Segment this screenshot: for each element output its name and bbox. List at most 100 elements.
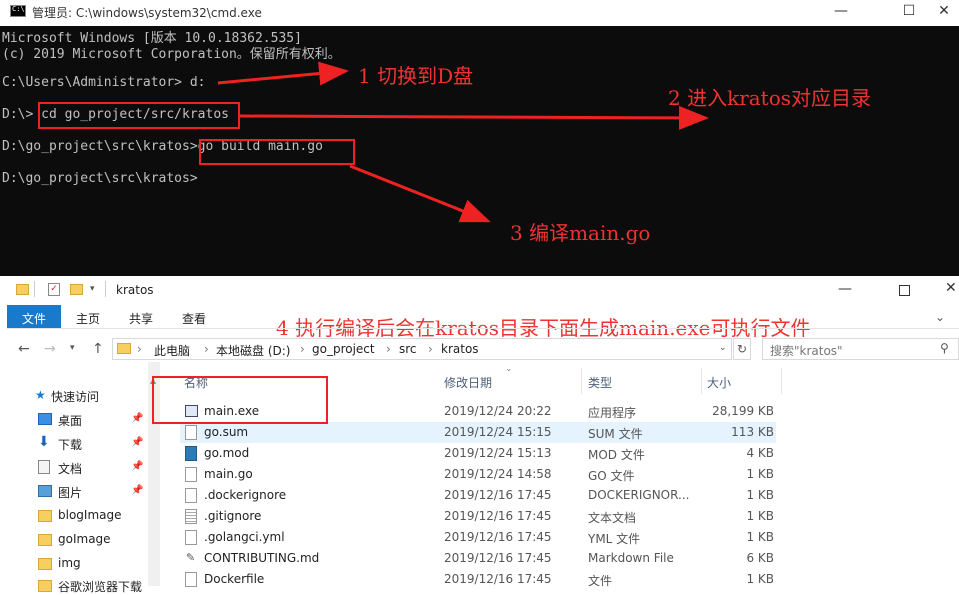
file-type: 应用程序 xyxy=(588,406,637,420)
breadcrumb-go-project[interactable]: go_project xyxy=(312,342,375,356)
sidebar-item-folder[interactable]: goImage xyxy=(58,532,111,546)
refresh-button[interactable]: ↻ xyxy=(733,338,751,360)
toolbar-divider xyxy=(105,281,106,297)
file-size: 1 KB xyxy=(746,530,774,544)
step3-arrow xyxy=(349,164,491,223)
pin-icon[interactable]: 📌 xyxy=(131,437,143,448)
chevron-down-icon[interactable]: ▾ xyxy=(90,284,95,294)
breadcrumb-kratos[interactable]: kratos xyxy=(441,342,479,356)
file-type: 文本文档 xyxy=(588,511,637,525)
main-exe-highlight xyxy=(152,376,328,424)
pin-icon[interactable]: 📌 xyxy=(131,413,143,424)
column-header-type[interactable]: 类型 xyxy=(588,374,612,391)
table-row[interactable]: go.mod 2019/12/24 15:13 MOD 文件 4 KB xyxy=(180,443,776,464)
sidebar-item-downloads[interactable]: 下载 xyxy=(58,436,82,453)
file-name: .dockerignore xyxy=(204,488,287,502)
folder-icon xyxy=(117,343,131,354)
file-date: 2019/12/24 15:13 xyxy=(444,446,552,460)
file-date: 2019/12/24 14:58 xyxy=(444,467,552,481)
breadcrumb-separator: › xyxy=(204,342,209,356)
folder-icon xyxy=(38,580,52,592)
breadcrumb-separator: › xyxy=(428,342,433,356)
ribbon-divider xyxy=(7,328,959,329)
search-icon[interactable]: ⚲ xyxy=(940,341,949,355)
file-size: 4 KB xyxy=(746,446,774,460)
sidebar-item-folder[interactable]: 谷歌浏览器下载 xyxy=(58,578,142,595)
expand-ribbon-icon[interactable]: ⌄ xyxy=(935,310,945,324)
breadcrumb-separator: › xyxy=(137,342,142,356)
tab-home[interactable]: 主页 xyxy=(76,310,100,327)
file-type: Markdown File xyxy=(588,551,674,565)
file-name: CONTRIBUTING.md xyxy=(204,551,320,565)
document-icon xyxy=(38,460,50,474)
breadcrumb-drive-d[interactable]: 本地磁盘 (D:) xyxy=(216,342,290,359)
breadcrumb-separator: › xyxy=(300,342,305,356)
folder-icon xyxy=(38,558,52,570)
file-date: 2019/12/16 17:45 xyxy=(444,551,552,565)
explorer-maximize-button[interactable] xyxy=(899,285,910,296)
tab-file-label: 文件 xyxy=(22,312,47,326)
table-row[interactable]: .golangci.yml 2019/12/16 17:45 YML 文件 1 … xyxy=(180,527,776,548)
folder-icon xyxy=(16,284,29,295)
table-row[interactable]: ✎ CONTRIBUTING.md 2019/12/16 17:45 Markd… xyxy=(180,548,776,569)
file-date: 2019/12/16 17:45 xyxy=(444,530,552,544)
file-name: Dockerfile xyxy=(204,572,265,586)
download-icon: ⬇ xyxy=(38,434,50,450)
step1-arrow xyxy=(217,61,349,86)
file-date: 2019/12/24 15:15 xyxy=(444,425,552,439)
table-row[interactable]: go.sum 2019/12/24 15:15 SUM 文件 113 KB xyxy=(180,422,776,443)
table-row[interactable]: Dockerfile 2019/12/16 17:45 文件 1 KB xyxy=(180,569,776,590)
breadcrumb-src[interactable]: src xyxy=(399,342,417,356)
sidebar-item-documents[interactable]: 文档 xyxy=(58,460,82,477)
column-header-size[interactable]: 大小 xyxy=(707,374,731,391)
file-size: 1 KB xyxy=(746,488,774,502)
breadcrumb-this-pc[interactable]: 此电脑 xyxy=(154,342,190,359)
table-row[interactable]: main.go 2019/12/24 14:58 GO 文件 1 KB xyxy=(180,464,776,485)
sidebar-item-quick-access[interactable]: 快速访问 xyxy=(51,388,99,405)
toolbar-divider xyxy=(34,281,35,297)
column-divider[interactable] xyxy=(781,368,782,394)
new-folder-icon[interactable] xyxy=(70,284,83,295)
tab-share[interactable]: 共享 xyxy=(129,310,153,327)
column-divider[interactable] xyxy=(581,368,582,394)
pin-icon[interactable]: 📌 xyxy=(131,461,143,472)
step2-arrow xyxy=(239,105,709,130)
file-date: 2019/12/24 20:22 xyxy=(444,404,552,418)
file-date: 2019/12/16 17:45 xyxy=(444,509,552,523)
back-arrow-icon[interactable]: ← xyxy=(18,341,30,357)
column-divider[interactable] xyxy=(701,368,702,394)
sidebar-item-pictures[interactable]: 图片 xyxy=(58,484,82,501)
column-header-date[interactable]: 修改日期 xyxy=(444,374,492,391)
recent-locations-icon[interactable]: ▾ xyxy=(70,343,75,353)
step4-annotation: 4 执行编译后会在kratos目录下面生成main.exe可执行文件 xyxy=(276,316,811,340)
explorer-minimize-button[interactable]: — xyxy=(838,281,852,297)
breadcrumb-separator: › xyxy=(386,342,391,356)
forward-arrow-icon[interactable]: → xyxy=(44,341,56,357)
sidebar-item-folder[interactable]: img xyxy=(58,556,81,570)
desktop-icon xyxy=(38,413,52,425)
file-date: 2019/12/16 17:45 xyxy=(444,572,552,586)
sidebar-item-desktop[interactable]: 桌面 xyxy=(58,412,82,429)
file-size: 28,199 KB xyxy=(712,404,774,418)
properties-icon[interactable]: ✓ xyxy=(48,283,60,296)
folder-icon xyxy=(38,534,52,546)
file-date: 2019/12/16 17:45 xyxy=(444,488,552,502)
address-dropdown-icon[interactable]: ⌄ xyxy=(719,343,727,353)
pin-icon[interactable]: 📌 xyxy=(131,485,143,496)
table-row[interactable]: .dockerignore 2019/12/16 17:45 DOCKERIGN… xyxy=(180,485,776,506)
table-row[interactable]: .gitignore 2019/12/16 17:45 文本文档 1 KB xyxy=(180,506,776,527)
file-type: YML 文件 xyxy=(588,532,641,546)
tab-view[interactable]: 查看 xyxy=(182,310,206,327)
file-size: 1 KB xyxy=(746,572,774,586)
explorer-close-button[interactable]: ✕ xyxy=(945,280,957,296)
sidebar-item-folder[interactable]: blogImage xyxy=(58,508,122,522)
file-type: SUM 文件 xyxy=(588,427,643,441)
file-name: go.sum xyxy=(204,425,249,439)
up-arrow-icon[interactable]: ↑ xyxy=(92,341,104,357)
star-icon: ★ xyxy=(35,388,46,402)
file-type: DOCKERIGNOR... xyxy=(588,488,690,502)
file-name: main.go xyxy=(204,467,253,481)
file-type: 文件 xyxy=(588,574,613,588)
file-icon xyxy=(185,425,197,440)
file-name: go.mod xyxy=(204,446,250,460)
